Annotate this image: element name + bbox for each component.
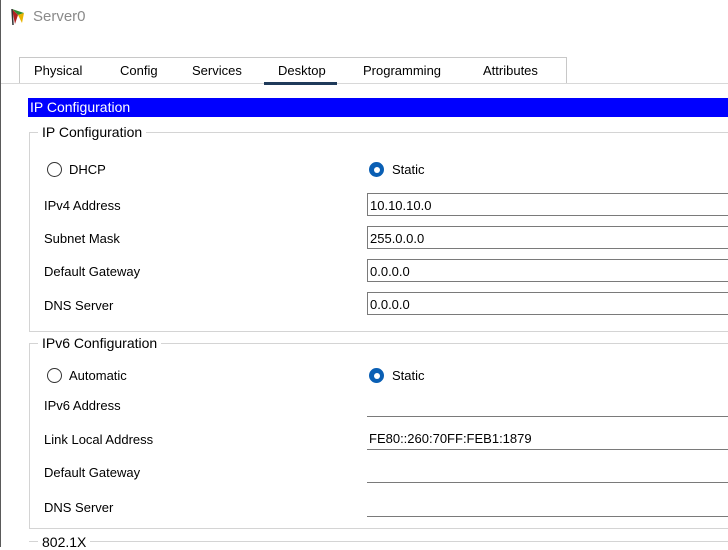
dot1x-group-label: 802.1X — [38, 534, 91, 550]
ipv6-static-radio-label[interactable]: Static — [392, 368, 425, 383]
ipv4-static-radio-label[interactable]: Static — [392, 162, 425, 177]
tab-services[interactable]: Services — [192, 63, 242, 78]
active-tab-indicator — [264, 82, 337, 85]
ipv4-dns-label: DNS Server — [44, 298, 114, 313]
panel-header: IP Configuration — [28, 98, 728, 117]
dhcp-radio[interactable] — [47, 162, 62, 177]
ipv6-static-radio[interactable] — [369, 368, 384, 383]
server-router-icon — [9, 6, 29, 26]
tab-config[interactable]: Config — [120, 63, 158, 78]
link-local-address-label: Link Local Address — [44, 432, 154, 447]
automatic-radio-label[interactable]: Automatic — [69, 368, 127, 383]
ipv4-static-radio[interactable] — [369, 162, 384, 177]
ipv4-gateway-input[interactable]: 0.0.0.0 — [367, 259, 728, 282]
ipv6-gateway-label: Default Gateway — [44, 465, 141, 480]
tab-programming[interactable]: Programming — [363, 63, 441, 78]
title-bar: Server0 — [1, 0, 728, 33]
window-title: Server0 — [33, 8, 86, 25]
tab-bar-divider — [1, 83, 728, 84]
ipv4-gateway-label: Default Gateway — [44, 264, 141, 279]
ipv6-dns-label: DNS Server — [44, 500, 114, 515]
ipv6-address-input[interactable] — [367, 394, 728, 417]
automatic-radio[interactable] — [47, 368, 62, 383]
ipv6-gateway-input[interactable] — [367, 460, 728, 483]
subnet-mask-input[interactable]: 255.0.0.0 — [367, 226, 728, 249]
dot1x-group — [29, 541, 728, 542]
ipv6-group-label: IPv6 Configuration — [38, 335, 162, 351]
tab-attributes[interactable]: Attributes — [483, 63, 538, 78]
panel-header-title: IP Configuration — [30, 99, 131, 115]
subnet-mask-label: Subnet Mask — [44, 231, 120, 246]
dhcp-radio-label[interactable]: DHCP — [69, 162, 106, 177]
tab-physical[interactable]: Physical — [34, 63, 82, 78]
tab-desktop[interactable]: Desktop — [278, 63, 326, 78]
ipv4-group-label: IP Configuration — [38, 124, 147, 140]
window: Server0 Physical Config Services Desktop… — [0, 0, 728, 550]
ipv4-address-label: IPv4 Address — [44, 198, 121, 213]
ipv4-dns-input[interactable]: 0.0.0.0 — [367, 292, 728, 315]
ipv4-address-input[interactable]: 10.10.10.0 — [367, 193, 728, 216]
ipv6-address-label: IPv6 Address — [44, 398, 121, 413]
ipv6-dns-input[interactable] — [367, 494, 728, 517]
link-local-address-input[interactable]: FE80::260:70FF:FEB1:1879 — [367, 427, 728, 450]
